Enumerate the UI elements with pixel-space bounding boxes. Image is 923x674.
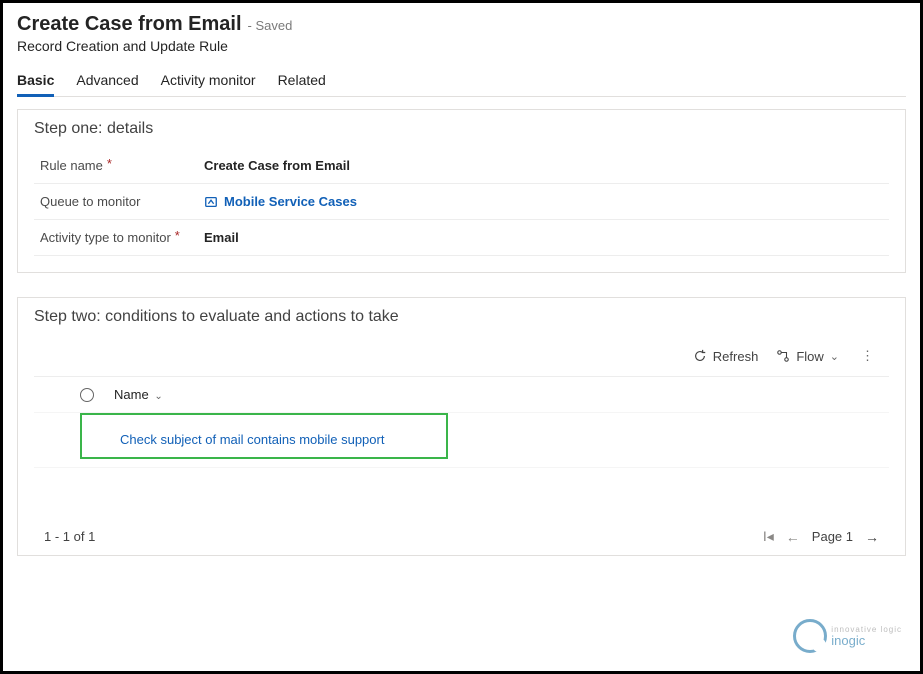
- watermark-brand: inogic: [831, 634, 902, 647]
- column-name-label: Name: [114, 387, 149, 402]
- more-commands-button[interactable]: ⋮: [857, 348, 879, 364]
- column-name[interactable]: Name ⌄: [114, 387, 163, 402]
- pager-next-button[interactable]: →: [865, 529, 879, 545]
- rule-name-value[interactable]: Create Case from Email: [204, 158, 350, 173]
- sort-indicator-icon: ⌄: [154, 391, 162, 402]
- condition-row-link[interactable]: Check subject of mail contains mobile su…: [120, 432, 384, 447]
- field-queue: Queue to monitor Mobile Service Cases: [34, 184, 889, 220]
- tab-bar: Basic Advanced Activity monitor Related: [17, 68, 906, 97]
- select-all-toggle[interactable]: [80, 388, 94, 402]
- flow-button[interactable]: Flow ⌄: [776, 349, 839, 364]
- field-rule-name: Rule name * Create Case from Email: [34, 148, 889, 184]
- step-one-section: Step one: details Rule name * Create Cas…: [17, 109, 906, 273]
- queue-link-text: Mobile Service Cases: [224, 194, 357, 209]
- queue-label: Queue to monitor: [40, 194, 140, 209]
- grid-footer: 1 - 1 of 1 I◂ ← Page 1 →: [34, 468, 889, 545]
- refresh-icon: [693, 349, 707, 363]
- flow-label: Flow: [796, 349, 823, 364]
- tab-related[interactable]: Related: [278, 68, 326, 96]
- page-subtitle: Record Creation and Update Rule: [17, 38, 906, 54]
- refresh-button[interactable]: Refresh: [693, 349, 759, 364]
- required-marker: *: [107, 156, 112, 171]
- step-two-section: Step two: conditions to evaluate and act…: [17, 297, 906, 556]
- watermark: innovative logic inogic: [793, 619, 902, 653]
- tab-activity-monitor[interactable]: Activity monitor: [161, 68, 256, 96]
- page-indicator: Page 1: [812, 529, 853, 544]
- step-one-heading: Step one: details: [34, 120, 889, 138]
- grid-row: Check subject of mail contains mobile su…: [34, 413, 889, 468]
- save-status: - Saved: [248, 18, 293, 33]
- field-activity-type: Activity type to monitor * Email: [34, 220, 889, 256]
- activity-type-value[interactable]: Email: [204, 230, 239, 245]
- queue-value[interactable]: Mobile Service Cases: [204, 194, 357, 209]
- grid-header: Name ⌄: [34, 377, 889, 413]
- chevron-down-icon: ⌄: [830, 350, 839, 363]
- flow-icon: [776, 349, 790, 363]
- page-title: Create Case from Email: [17, 13, 242, 36]
- watermark-logo-icon: [793, 619, 827, 653]
- refresh-label: Refresh: [713, 349, 759, 364]
- tab-advanced[interactable]: Advanced: [76, 68, 138, 96]
- step-two-toolbar: Refresh Flow ⌄ ⋮: [34, 336, 889, 377]
- required-marker: *: [175, 228, 180, 243]
- tab-basic[interactable]: Basic: [17, 68, 54, 96]
- pager: I◂ ← Page 1 →: [763, 528, 879, 545]
- rule-name-label: Rule name: [40, 158, 103, 173]
- pager-prev-button[interactable]: ←: [786, 529, 800, 545]
- activity-type-label: Activity type to monitor: [40, 230, 171, 245]
- pager-first-button[interactable]: I◂: [763, 528, 774, 545]
- record-count: 1 - 1 of 1: [44, 529, 95, 544]
- queue-icon: [204, 195, 218, 209]
- step-two-heading: Step two: conditions to evaluate and act…: [34, 308, 889, 326]
